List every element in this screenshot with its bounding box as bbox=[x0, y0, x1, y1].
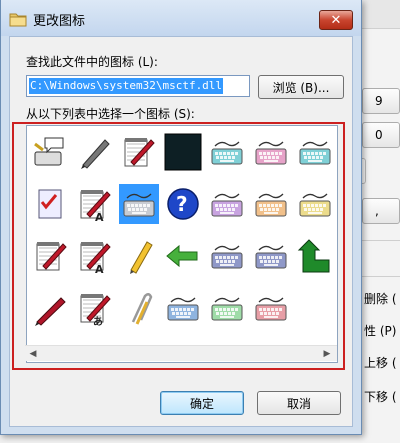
browse-button[interactable]: 浏览 (B)... bbox=[258, 75, 344, 99]
keyboard-orange-icon[interactable] bbox=[251, 184, 291, 224]
keyboard-navy-icon[interactable] bbox=[251, 236, 291, 276]
keyboard-yellow-icon bbox=[299, 193, 331, 217]
keyboard-green-icon[interactable] bbox=[207, 288, 247, 328]
pencil-icon bbox=[130, 241, 153, 274]
pad-pen-a-icon[interactable]: A bbox=[75, 236, 115, 276]
keyboard-navy-icon bbox=[211, 245, 243, 269]
keyboard-purple-icon bbox=[211, 193, 243, 217]
green-arrow-icon bbox=[297, 239, 330, 273]
back-arrow-icon[interactable] bbox=[163, 236, 203, 276]
keyboard-gray-icon bbox=[123, 193, 155, 217]
icon-list-label: 从以下列表中选择一个图标 (S): bbox=[26, 107, 195, 121]
pad-pen-icon bbox=[124, 138, 155, 167]
file-path-value: C:\Windows\system32\msctf.dll bbox=[29, 78, 224, 94]
pad-pen-ja-icon[interactable]: あ bbox=[75, 288, 115, 328]
scroll-left-icon[interactable]: ◀ bbox=[27, 348, 39, 360]
background-menu-item[interactable]: 下移 ( bbox=[364, 386, 400, 406]
file-path-input[interactable]: C:\Windows\system32\msctf.dll bbox=[26, 75, 250, 97]
dialog-title: 更改图标 bbox=[33, 14, 86, 29]
pen-red-icon bbox=[35, 297, 66, 326]
background-menu-item[interactable]: 删除 ( bbox=[364, 288, 400, 308]
keyboard-teal-icon[interactable] bbox=[295, 132, 335, 172]
keyboard-teal-icon bbox=[211, 141, 243, 165]
close-icon: ✕ bbox=[330, 12, 342, 28]
pad-pen-icon[interactable] bbox=[31, 236, 71, 276]
keyboard-green-icon bbox=[211, 297, 243, 321]
icon-list-scrollbar[interactable]: ◀ ▶ bbox=[25, 345, 337, 361]
checkbox-doc-icon[interactable] bbox=[31, 184, 71, 224]
pad-pen-a-icon: A bbox=[80, 242, 111, 276]
black-screen-icon[interactable] bbox=[163, 132, 203, 172]
svg-text:A: A bbox=[95, 211, 104, 224]
black-screen-icon bbox=[164, 133, 202, 171]
keyboard-navy-icon bbox=[255, 245, 287, 269]
keyboard-navy-icon[interactable] bbox=[207, 236, 247, 276]
keyboard-teal-icon bbox=[299, 141, 331, 165]
pad-pen-a-icon: A bbox=[80, 190, 111, 224]
change-icon-dialog: 更改图标 ✕ 查找此文件中的图标 (L): C:\Windows\system3… bbox=[0, 0, 362, 435]
cancel-button[interactable]: 取消 bbox=[257, 391, 341, 415]
dialog-client-area: 查找此文件中的图标 (L): C:\Windows\system32\msctf… bbox=[9, 36, 353, 427]
keyboard-purple-icon[interactable] bbox=[207, 184, 247, 224]
keyboard-red-icon bbox=[255, 297, 287, 321]
pen-icon bbox=[81, 139, 110, 169]
keyboard-blue-icon bbox=[167, 297, 199, 321]
svg-text:あ: あ bbox=[93, 315, 103, 328]
help-icon: ? bbox=[167, 188, 199, 220]
pad-pen-ja-icon: あ bbox=[80, 294, 111, 328]
svg-text:A: A bbox=[95, 263, 104, 276]
close-button[interactable]: ✕ bbox=[319, 10, 353, 30]
title-bar[interactable]: 更改图标 ✕ bbox=[1, 0, 361, 36]
keyboard-teal-icon[interactable] bbox=[207, 132, 247, 172]
keyboard-yellow-icon[interactable] bbox=[295, 184, 335, 224]
file-label: 查找此文件中的图标 (L): bbox=[26, 55, 158, 69]
keyboard-orange-icon bbox=[255, 193, 287, 217]
help-icon[interactable]: ? bbox=[163, 184, 203, 224]
keyboard-pink-icon[interactable] bbox=[251, 132, 291, 172]
keyboard-blue-icon[interactable] bbox=[163, 288, 203, 328]
pad-pen-icon[interactable] bbox=[119, 132, 159, 172]
pad-pen-icon bbox=[36, 242, 67, 271]
background-comma-button[interactable]: , bbox=[362, 198, 400, 224]
keyboard-speech-icon bbox=[34, 137, 64, 166]
scroll-right-icon[interactable]: ▶ bbox=[321, 348, 333, 360]
pad-pen-a-icon[interactable]: A bbox=[75, 184, 115, 224]
ok-button[interactable]: 确定 bbox=[160, 391, 244, 415]
background-menu-item[interactable]: 上移 ( bbox=[364, 352, 400, 372]
green-arrow-icon[interactable] bbox=[295, 236, 335, 276]
svg-text:?: ? bbox=[176, 192, 188, 216]
pen-icon[interactable] bbox=[75, 132, 115, 172]
folder-icon bbox=[9, 13, 27, 27]
keyboard-red-icon[interactable] bbox=[251, 288, 291, 328]
paperclip-pencil-icon bbox=[131, 293, 153, 325]
keyboard-gray-icon[interactable] bbox=[119, 184, 159, 224]
pencil-icon[interactable] bbox=[119, 236, 159, 276]
checkbox-doc-icon bbox=[38, 189, 62, 219]
keyboard-speech-icon[interactable] bbox=[31, 132, 71, 172]
keyboard-pink-icon bbox=[255, 141, 287, 165]
pen-red-icon[interactable] bbox=[31, 288, 71, 328]
icon-list[interactable]: A ? A あ bbox=[26, 125, 338, 363]
paperclip-pencil-icon[interactable] bbox=[119, 288, 159, 328]
background-menu-item[interactable]: 性 (P) bbox=[364, 320, 400, 340]
back-arrow-icon bbox=[166, 244, 198, 268]
background-value-button[interactable]: 9 bbox=[362, 88, 400, 114]
background-value-button-2[interactable]: 0 bbox=[362, 122, 400, 148]
